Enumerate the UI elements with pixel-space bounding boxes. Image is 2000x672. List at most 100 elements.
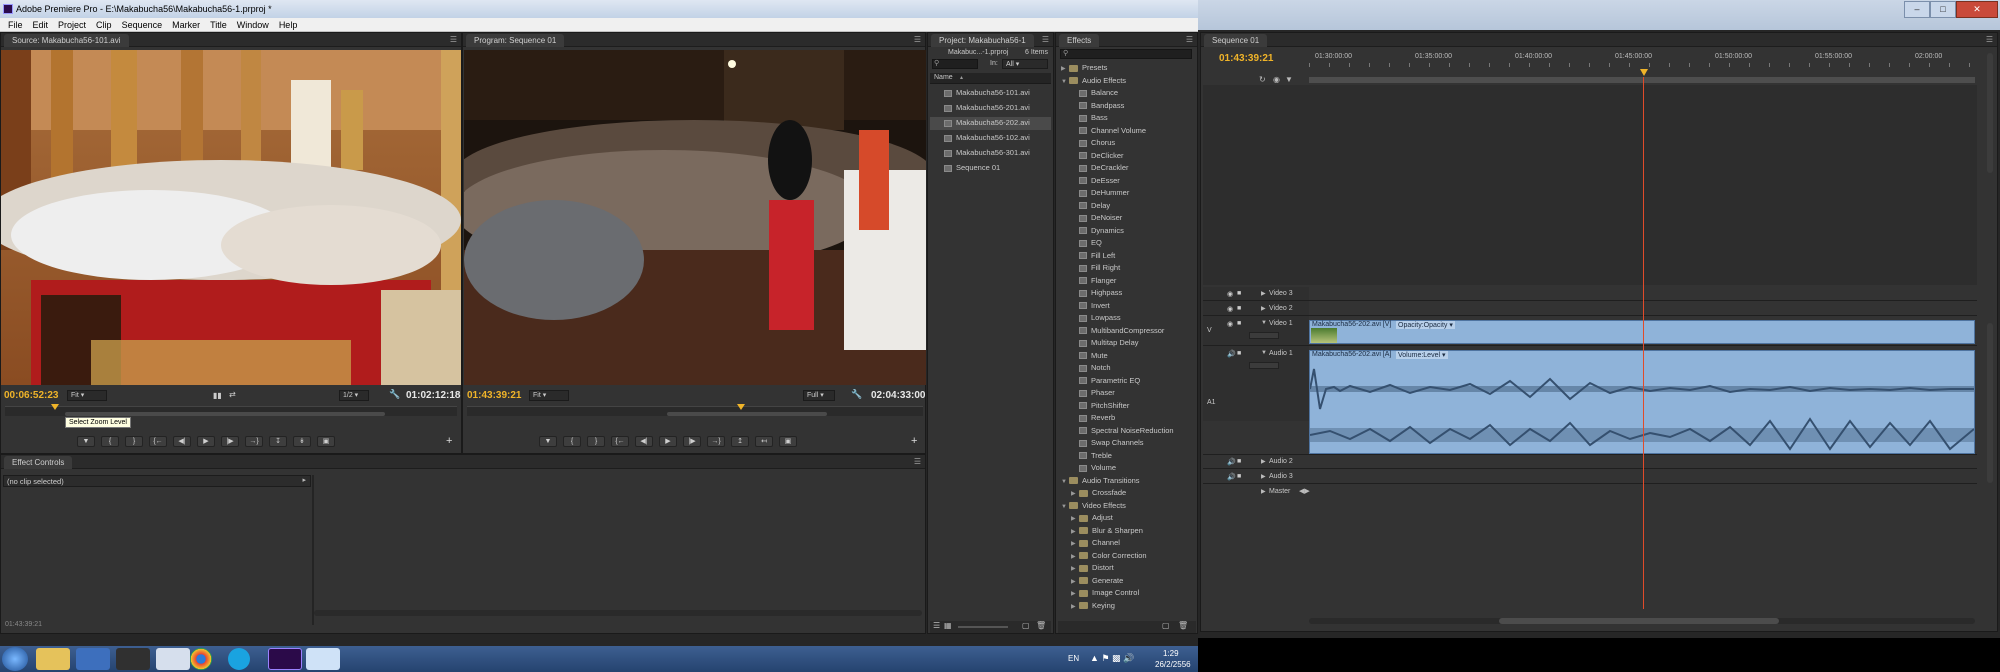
new-bin-icon[interactable]: ▢	[1022, 621, 1030, 630]
taskbar-camera-icon[interactable]	[116, 648, 150, 670]
add-marker-button[interactable]: ▼	[539, 436, 557, 447]
program-timecode-current[interactable]: 01:43:39:21	[467, 390, 521, 401]
go-to-out-button[interactable]: →}	[707, 436, 725, 447]
lock-icon[interactable]: ■	[1237, 458, 1241, 465]
effects-search-input[interactable]: ⚲	[1060, 49, 1192, 59]
source-split-icon[interactable]: ▮▮	[213, 391, 222, 400]
tab-source[interactable]: Source: Makabucha56-101.avi	[4, 34, 129, 47]
effect-item[interactable]: DeNoiser	[1059, 212, 1195, 225]
tab-effects[interactable]: Effects	[1059, 34, 1100, 47]
clock-date[interactable]: 26/2/2556	[1155, 660, 1191, 669]
effect-item[interactable]: Bandpass	[1059, 100, 1195, 113]
program-scrub-bar[interactable]	[467, 404, 923, 416]
eye-icon[interactable]: ◉	[1227, 320, 1233, 328]
menu-marker[interactable]: Marker	[167, 18, 205, 31]
expand-arrow-icon[interactable]: ▶	[1261, 473, 1266, 480]
effect-item[interactable]: PitchShifter	[1059, 400, 1195, 413]
panel-menu-icon[interactable]: ☰	[450, 35, 457, 44]
effect-item[interactable]: Flanger	[1059, 275, 1195, 288]
effects-folder[interactable]: ▶ Keying	[1059, 600, 1195, 613]
effect-item[interactable]: DeCrackler	[1059, 162, 1195, 175]
source-drag-icon[interactable]: ⇄	[229, 390, 236, 399]
effect-item[interactable]: Highpass	[1059, 287, 1195, 300]
expand-arrow-icon[interactable]: ▶	[1261, 458, 1266, 465]
effect-item[interactable]: Delay	[1059, 200, 1195, 213]
menu-file[interactable]: File	[3, 18, 28, 31]
target-v-label[interactable]: V	[1207, 327, 1212, 334]
source-timecode-current[interactable]: 00:06:52:23	[4, 390, 58, 401]
effect-controls-scrollbar[interactable]	[314, 610, 922, 616]
effect-item[interactable]: Invert	[1059, 300, 1195, 313]
go-to-in-button[interactable]: {←	[611, 436, 629, 447]
project-sequence-item[interactable]: Sequence 01	[930, 162, 1051, 175]
playhead-line[interactable]	[1643, 77, 1644, 609]
effects-folder[interactable]: ▼ Audio Effects	[1059, 75, 1195, 88]
project-in-dropdown[interactable]: All ▾	[1002, 59, 1048, 69]
taskbar-paint-icon[interactable]	[306, 648, 340, 670]
eye-icon[interactable]: ◉	[1227, 290, 1233, 298]
taskbar-language[interactable]: EN	[1068, 654, 1079, 663]
program-resolution-dropdown[interactable]: Full ▾	[803, 390, 835, 401]
effect-item[interactable]: Lowpass	[1059, 312, 1195, 325]
effects-folder[interactable]: ▶ Distort	[1059, 562, 1195, 575]
effect-item[interactable]: Spectral NoiseReduction	[1059, 425, 1195, 438]
program-fit-dropdown[interactable]: Fit ▾	[529, 390, 569, 401]
expand-arrow-icon[interactable]: ▶	[1261, 305, 1266, 312]
effect-item[interactable]: Reverb	[1059, 412, 1195, 425]
menu-edit[interactable]: Edit	[28, 18, 54, 31]
timeline-horizontal-scroll-thumb[interactable]	[1499, 618, 1779, 624]
effect-item[interactable]: EQ	[1059, 237, 1195, 250]
mark-out-button[interactable]: }	[587, 436, 605, 447]
expand-arrow-icon[interactable]: ▶	[1261, 290, 1266, 297]
effects-folder[interactable]: ▶ Image Control	[1059, 587, 1195, 600]
lock-icon[interactable]: ■	[1237, 320, 1241, 327]
taskbar-skype-icon[interactable]	[228, 648, 250, 670]
program-add-button-icon[interactable]: +	[911, 435, 917, 447]
list-view-icon[interactable]: ☰	[933, 621, 940, 630]
project-clip-item[interactable]: Makabucha56-101.avi	[930, 87, 1051, 100]
effect-item[interactable]: Volume	[1059, 462, 1195, 475]
mark-in-button[interactable]: {	[101, 436, 119, 447]
go-to-in-button[interactable]: {←	[149, 436, 167, 447]
effect-controls-divider[interactable]	[312, 475, 314, 625]
project-name-column-header[interactable]: Name ▴	[930, 73, 1051, 84]
project-clip-item[interactable]: Makabucha56-202.avi	[930, 117, 1051, 130]
eye-icon[interactable]: ◉	[1227, 305, 1233, 313]
effect-item[interactable]: Treble	[1059, 450, 1195, 463]
export-frame-button[interactable]: ▣	[779, 436, 797, 447]
effect-item[interactable]: Bass	[1059, 112, 1195, 125]
project-search-input[interactable]: ⚲	[932, 59, 978, 69]
effects-folder[interactable]: ▼ Video Effects	[1059, 500, 1195, 513]
start-button-icon[interactable]	[2, 647, 28, 671]
effect-item[interactable]: Notch	[1059, 362, 1195, 375]
effects-folder[interactable]: ▶ Color Correction	[1059, 550, 1195, 563]
taskbar-word-icon[interactable]	[156, 648, 190, 670]
target-a1-label[interactable]: A1	[1207, 399, 1216, 406]
add-marker-button[interactable]: ▼	[77, 436, 95, 447]
taskbar-chrome-icon[interactable]	[190, 648, 212, 670]
tray-icons[interactable]: ▲ ⚑ ▩ 🔊	[1090, 653, 1134, 664]
snap-icon[interactable]: ↻	[1259, 75, 1266, 84]
icon-view-icon[interactable]: ▦	[944, 621, 952, 630]
go-to-out-button[interactable]: →}	[245, 436, 263, 447]
panel-menu-icon[interactable]: ☰	[1186, 35, 1193, 44]
keyframe-toggle[interactable]	[1249, 332, 1279, 339]
project-clip-item[interactable]: Makabucha56-201.avi	[930, 102, 1051, 115]
effect-item[interactable]: DeEsser	[1059, 175, 1195, 188]
step-forward-button[interactable]: |▶	[683, 436, 701, 447]
effects-folder[interactable]: ▼ Audio Transitions	[1059, 475, 1195, 488]
effects-folder[interactable]: ▶ Adjust	[1059, 512, 1195, 525]
timeline-horizontal-scrollbar[interactable]	[1309, 618, 1975, 624]
keyframe-toggle[interactable]	[1249, 362, 1279, 369]
effects-folder[interactable]: ▶ Crossfade	[1059, 487, 1195, 500]
effects-folder[interactable]: ▶ Presets	[1059, 62, 1195, 75]
collapse-arrow-icon[interactable]: ▼	[1261, 320, 1267, 326]
effect-item[interactable]: Mute	[1059, 350, 1195, 363]
menu-project[interactable]: Project	[53, 18, 91, 31]
source-add-button-icon[interactable]: +	[446, 435, 452, 447]
lock-icon[interactable]: ■	[1237, 290, 1241, 297]
expand-arrow-icon[interactable]: ▸	[302, 476, 306, 484]
close-button[interactable]: ✕	[1956, 1, 1998, 18]
delete-icon[interactable]: 🗑	[1036, 621, 1046, 630]
overwrite-button[interactable]: ↡	[293, 436, 311, 447]
